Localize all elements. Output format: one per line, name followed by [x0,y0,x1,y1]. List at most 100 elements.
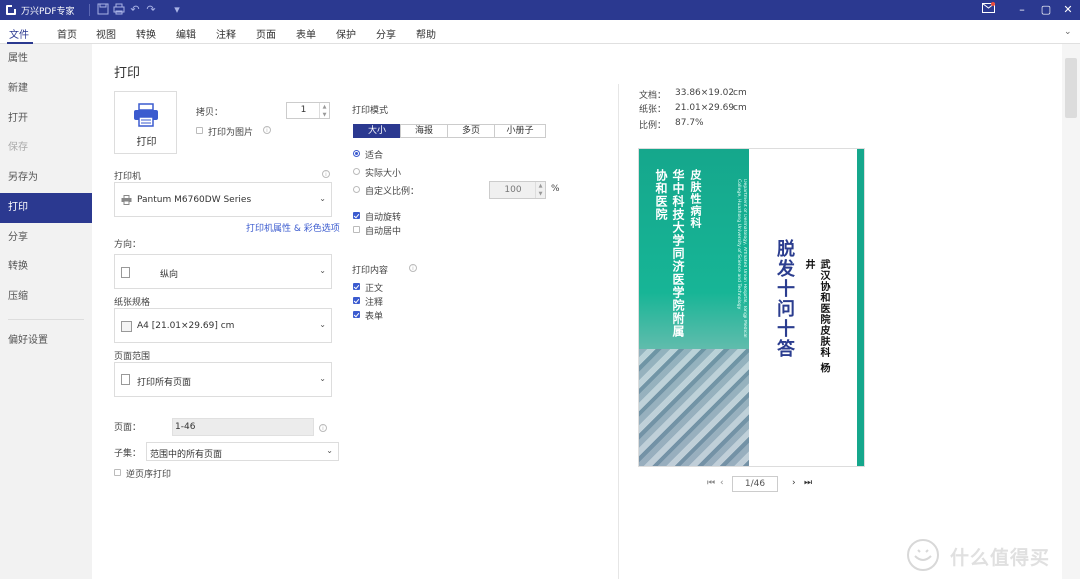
page-title: 打印 [114,66,141,81]
file-sidebar: 属性 新建 打开 保存 另存为 打印 分享 转换 压缩 偏好设置 [0,44,92,579]
auto-rotate-label: 自动旋转 [365,213,402,223]
app-title: 万兴PDF专家 [21,7,75,17]
sidebar-item-print[interactable]: 打印 [0,193,92,223]
sidebar-item-new[interactable]: 新建 [0,74,92,104]
minimize-icon[interactable]: – [1014,2,1030,18]
title-bar: 万兴PDF专家 ↶ ↷ ▾ – ▢ ✕ [0,0,1080,20]
tab-multiple[interactable]: 多页 [447,124,495,138]
doc-size-label: 文档： [639,91,667,101]
menu-share[interactable]: 分享 [376,26,396,41]
doc-size-value: 33.86×19.02 [675,88,735,98]
scrollbar[interactable] [1062,44,1080,579]
orientation-select[interactable]: 纵向 ⌄ [114,254,332,289]
print-button[interactable]: 打印 [114,91,177,154]
sidebar-item-share[interactable]: 分享 [0,223,92,253]
actual-size-radio[interactable] [353,168,360,175]
tab-size[interactable]: 大小 [353,124,401,138]
chevron-down-icon: ⌄ [319,194,326,203]
undo-icon[interactable]: ↶ [128,3,142,17]
sidebar-item-open[interactable]: 打开 [0,104,92,134]
paper-size-select[interactable]: A4 [21.01×29.69] cm ⌄ [114,308,332,343]
printer-select[interactable]: Pantum M6760DW Series ⌄ [114,182,332,217]
content-body-checkbox[interactable] [353,283,360,290]
doc-size-unit: cm [733,88,747,98]
menu-edit[interactable]: 编辑 [176,26,196,41]
chevron-down-icon: ⌄ [319,266,326,275]
paper-icon [121,321,132,332]
custom-scale-radio[interactable] [353,186,360,193]
content-info-icon[interactable]: i [409,264,417,272]
menu-convert[interactable]: 转换 [136,26,156,41]
auto-center-checkbox[interactable] [353,226,360,233]
customize-toolbar-icon[interactable]: ▾ [170,3,184,17]
content-forms-label: 表单 [365,312,384,322]
menu-home[interactable]: 首页 [57,26,77,41]
fit-label: 适合 [365,151,384,161]
pages-input[interactable]: 1-46 [172,418,314,436]
menu-protect[interactable]: 保护 [336,26,356,41]
sidebar-item-save-as[interactable]: 另存为 [0,163,92,193]
tab-poster[interactable]: 海报 [400,124,448,138]
maximize-icon[interactable]: ▢ [1038,2,1054,18]
auto-rotate-checkbox[interactable] [353,212,360,219]
print-as-image-label: 打印为图片 [208,128,254,138]
info-icon[interactable]: i [263,126,271,134]
paper-size-value: A4 [21.01×29.69] cm [137,321,235,331]
decrement-icon[interactable]: ▼ [320,111,329,119]
reverse-order-checkbox[interactable] [114,469,121,476]
menu-file[interactable]: 文件 [9,26,29,41]
print-preview: 华中科技大学同济医学院附属协和医院 皮肤性病科 Department of De… [638,148,865,467]
print-as-image-checkbox[interactable] [196,127,203,134]
page-number-input[interactable]: 1/46 [732,476,778,492]
first-page-icon[interactable]: ⏮ [707,478,715,488]
print-content-label: 打印内容 [352,266,389,276]
tab-booklet[interactable]: 小册子 [494,124,546,138]
decrement-icon[interactable]: ▼ [536,190,545,198]
pages-info-icon[interactable]: i [319,424,327,432]
custom-scale-stepper[interactable]: 100 ▲ ▼ [489,181,546,199]
paper-size-label: 纸张规格 [114,298,151,308]
content-annotations-checkbox[interactable] [353,297,360,304]
menu-help[interactable]: 帮助 [416,26,436,41]
subset-select[interactable]: 范围中的所有页面 ⌄ [146,442,339,461]
sidebar-item-preferences[interactable]: 偏好设置 [0,326,92,356]
orientation-value: 纵向 [160,270,179,280]
reverse-order-label: 逆页序打印 [126,470,172,480]
paper-size-info-unit: cm [733,103,747,113]
page-portrait-icon [121,267,130,278]
prev-page-icon[interactable]: ‹ [720,478,724,488]
menu-form[interactable]: 表单 [296,26,316,41]
content-forms-checkbox[interactable] [353,311,360,318]
sidebar-item-convert[interactable]: 转换 [0,252,92,282]
menu-page[interactable]: 页面 [256,26,276,41]
sidebar-item-properties[interactable]: 属性 [0,44,92,74]
redo-icon[interactable]: ↷ [144,3,158,17]
sidebar-divider [8,319,84,320]
increment-icon[interactable]: ▲ [320,103,329,111]
menu-comment[interactable]: 注释 [216,26,236,41]
collapse-ribbon-icon[interactable]: ⌄ [1064,27,1072,37]
watermark-logo-icon [907,539,939,571]
message-icon[interactable] [980,2,996,18]
close-icon[interactable]: ✕ [1060,2,1076,18]
copies-arrows[interactable]: ▲ ▼ [319,103,329,118]
fit-radio[interactable] [353,150,360,157]
sidebar-item-save[interactable]: 保存 [0,133,92,163]
save-icon[interactable] [96,3,110,17]
print-icon[interactable] [112,3,126,17]
printer-info-icon[interactable]: i [322,170,330,178]
increment-icon[interactable]: ▲ [536,182,545,190]
custom-scale-label: 自定义比例： [365,187,420,197]
copies-value: 1 [300,105,307,115]
chevron-down-icon: ⌄ [326,446,333,455]
slide-institution: 华中科技大学同济医学院附属协和医院 [654,169,685,338]
next-page-icon[interactable]: › [792,478,796,488]
printer-properties-link[interactable]: 打印机属性 & 彩色选项 [246,221,340,234]
scale-arrows[interactable]: ▲ ▼ [535,182,545,198]
last-page-icon[interactable]: ⏭ [804,478,812,488]
copies-stepper[interactable]: 1 ▲ ▼ [286,102,330,119]
sidebar-item-compress[interactable]: 压缩 [0,282,92,312]
page-range-select[interactable]: 打印所有页面 ⌄ [114,362,332,397]
scrollbar-thumb[interactable] [1065,58,1077,118]
menu-view[interactable]: 视图 [96,26,116,41]
